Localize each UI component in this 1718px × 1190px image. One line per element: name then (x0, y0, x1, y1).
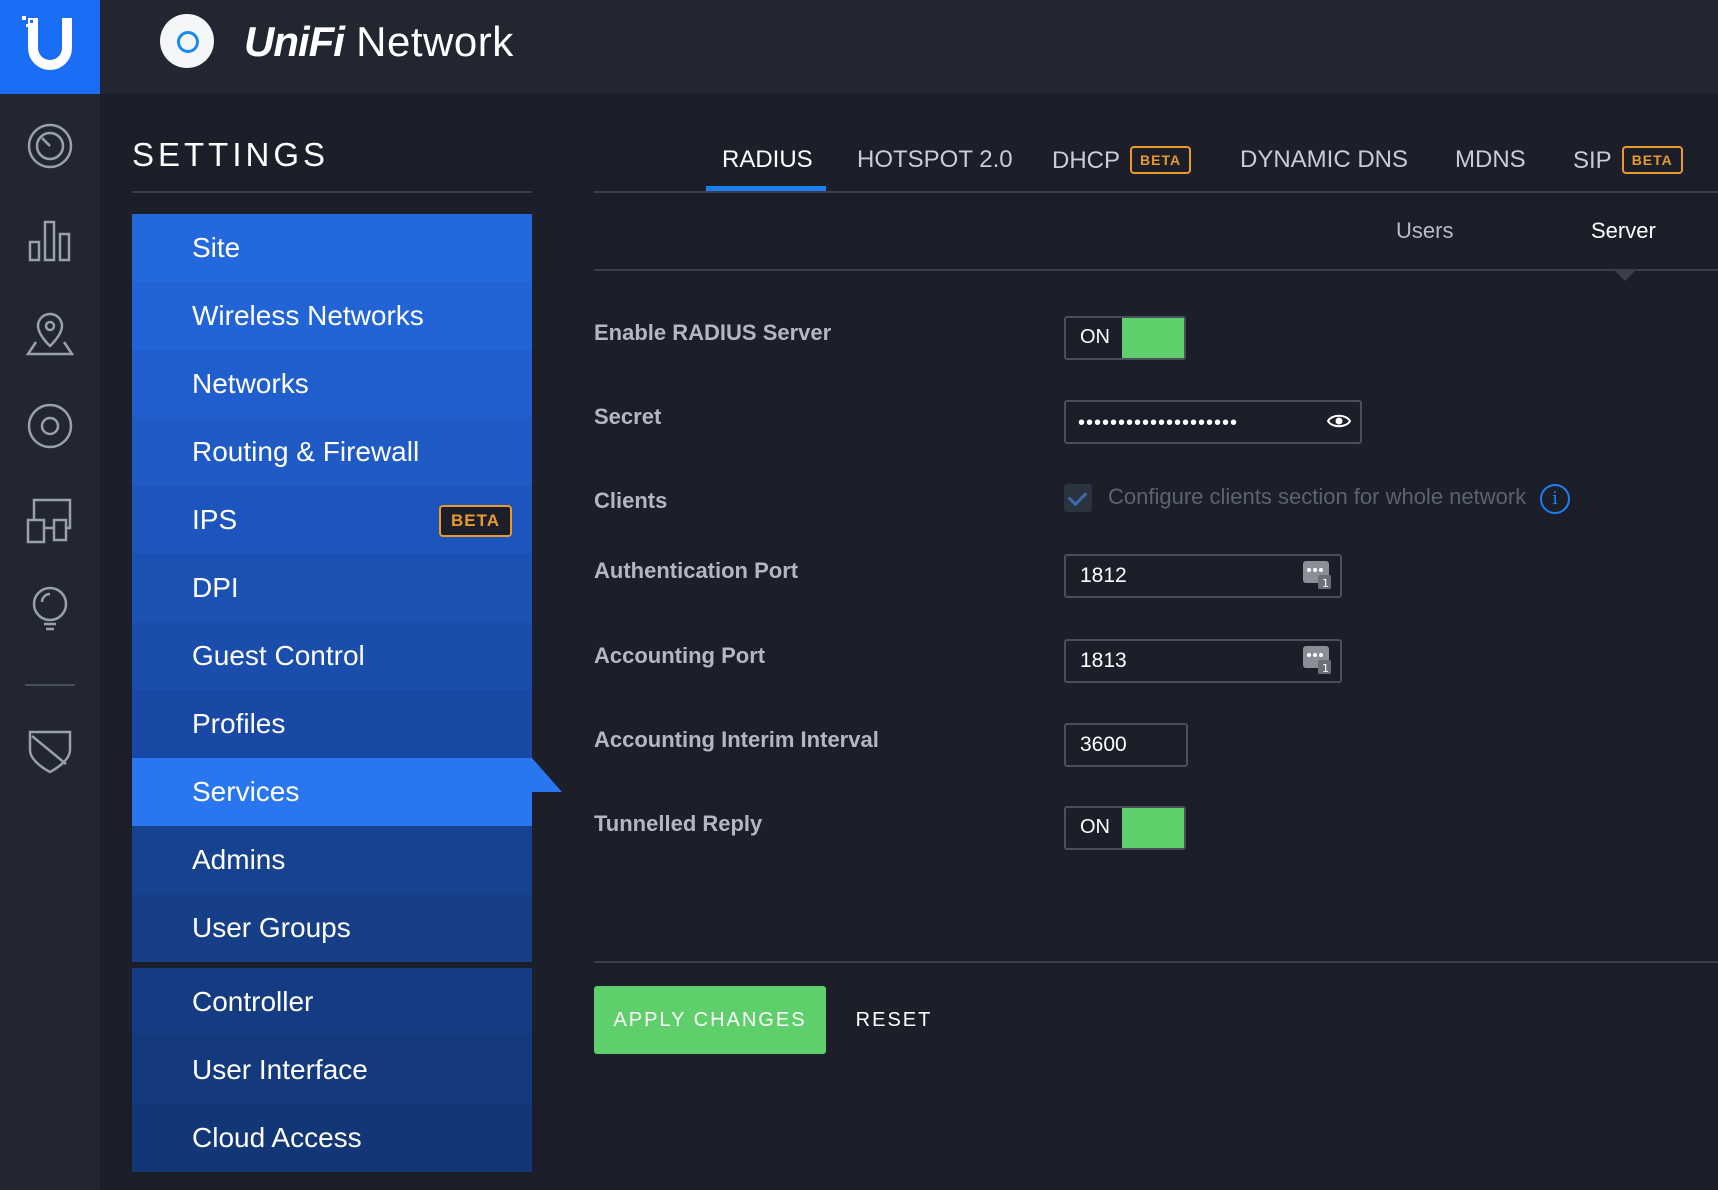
insights-icon[interactable] (24, 582, 76, 634)
beta-badge: BETA (1621, 146, 1683, 174)
menu-item-routing-firewall[interactable]: Routing & Firewall (132, 418, 532, 486)
tab-label: SIP (1573, 147, 1612, 174)
menu-item-user-interface[interactable]: User Interface (132, 1036, 532, 1104)
beta-badge: BETA (1130, 146, 1192, 174)
tab-dhcp[interactable]: DHCP BETA (1052, 146, 1192, 175)
secret-label: Secret (594, 404, 662, 429)
devices-icon[interactable] (24, 400, 76, 452)
ubiquiti-logo[interactable] (0, 0, 100, 94)
app-title: UniFi Network (244, 18, 514, 66)
menu-item-label: Networks (192, 368, 309, 399)
tab-label: DHCP (1052, 147, 1121, 174)
beta-badge: BETA (438, 505, 512, 537)
clients-label: Clients (594, 488, 668, 513)
app-title-rest: Network (356, 18, 514, 65)
menu-item-label: Wireless Networks (192, 300, 424, 331)
menu-item-label: Profiles (192, 708, 286, 739)
enable-radius-label: Enable RADIUS Server (594, 320, 832, 345)
u-logo-icon (22, 16, 72, 70)
info-icon[interactable]: i (1540, 484, 1570, 514)
svg-text:1: 1 (1322, 662, 1329, 675)
rail-divider (25, 684, 75, 686)
toggle-state: ON (1080, 326, 1110, 348)
tab-hotspot[interactable]: HOTSPOT 2.0 (857, 146, 1013, 174)
tab-dynamic-dns[interactable]: DYNAMIC DNS (1240, 146, 1408, 174)
menu-item-label: Guest Control (192, 640, 365, 671)
menu-item-label: DPI (192, 572, 239, 603)
clients-checkbox[interactable] (1064, 484, 1092, 512)
subtab-users[interactable]: Users (1396, 218, 1453, 244)
menu-item-label: IPS (192, 504, 238, 535)
menu-item-controller[interactable]: Controller (132, 968, 532, 1036)
active-tab-indicator (706, 186, 826, 191)
menu-item-profiles[interactable]: Profiles (132, 690, 532, 758)
menu-item-label: Cloud Access (192, 1122, 362, 1153)
show-password-eye-icon[interactable] (1327, 413, 1351, 429)
menu-item-user-groups[interactable]: User Groups (132, 894, 532, 962)
tab-label: HOTSPOT 2.0 (857, 146, 1013, 173)
app-title-brand: UniFi (244, 18, 345, 65)
tunnelled-reply-label: Tunnelled Reply (594, 811, 763, 836)
settings-divider (132, 191, 532, 193)
apply-changes-button[interactable]: APPLY CHANGES (594, 986, 826, 1054)
menu-item-site[interactable]: Site (132, 214, 532, 282)
tab-mdns[interactable]: MDNS (1455, 146, 1526, 174)
menu-item-label: User Interface (192, 1054, 368, 1085)
toggle-knob (1122, 318, 1184, 358)
svg-text:1: 1 (1322, 577, 1329, 590)
clients-checkbox-label: Configure clients section for whole netw… (1108, 484, 1527, 509)
menu-item-guest-control[interactable]: Guest Control (132, 622, 532, 690)
tab-label: RADIUS (722, 146, 813, 173)
threat-management-icon[interactable] (24, 724, 76, 776)
tunnelled-reply-toggle[interactable]: ON (1064, 806, 1186, 850)
acct-port-label: Accounting Port (594, 643, 766, 668)
device-icon (160, 14, 214, 68)
reset-button[interactable]: RESET (848, 986, 940, 1054)
interim-interval-label: Accounting Interim Interval (594, 727, 879, 752)
active-subtab-caret (1613, 269, 1637, 281)
tab-radius[interactable]: RADIUS (722, 146, 813, 174)
menu-item-cloud-access[interactable]: Cloud Access (132, 1104, 532, 1172)
password-manager-icon[interactable]: 1 (1302, 560, 1332, 590)
menu-item-admins[interactable]: Admins (132, 826, 532, 894)
acct-port-input[interactable] (1064, 639, 1342, 683)
menu-item-services[interactable]: Services (132, 758, 562, 826)
menu-item-label: Site (192, 232, 241, 263)
tab-sip[interactable]: SIP BETA (1573, 146, 1683, 175)
menu-item-ips[interactable]: IPS BETA (132, 486, 532, 554)
settings-menu: Site Wireless Networks Networks Routing … (132, 214, 562, 1172)
clients-icon[interactable] (24, 494, 76, 546)
menu-item-wireless-networks[interactable]: Wireless Networks (132, 282, 532, 350)
menu-item-dpi[interactable]: DPI (132, 554, 532, 622)
tab-label: DYNAMIC DNS (1240, 146, 1409, 173)
menu-item-networks[interactable]: Networks (132, 350, 532, 418)
menu-item-label: User Groups (192, 912, 351, 943)
auth-port-label: Authentication Port (594, 558, 799, 583)
enable-radius-toggle[interactable]: ON (1064, 316, 1186, 360)
menu-item-label: Admins (192, 844, 286, 875)
subtab-server[interactable]: Server (1591, 218, 1656, 244)
dashboard-icon[interactable] (24, 120, 76, 172)
password-manager-icon[interactable]: 1 (1302, 645, 1332, 675)
left-rail (0, 94, 100, 1190)
subtabs-divider (594, 269, 1718, 271)
statistics-icon[interactable] (24, 214, 76, 266)
menu-item-label: Services (192, 776, 300, 807)
top-bar: UniFi Network (0, 0, 1718, 94)
secret-value: •••••••••••••••••••• (1078, 412, 1239, 434)
form-divider (594, 961, 1718, 963)
tabs-divider (594, 191, 1718, 193)
interim-interval-input[interactable] (1064, 723, 1188, 767)
auth-port-input[interactable] (1064, 554, 1342, 598)
tab-label: MDNS (1455, 146, 1526, 173)
toggle-state: ON (1080, 816, 1110, 838)
menu-item-label: Routing & Firewall (192, 436, 420, 467)
map-icon[interactable] (24, 308, 76, 360)
toggle-knob (1122, 808, 1184, 848)
menu-item-label: Controller (192, 986, 314, 1017)
settings-title: SETTINGS (132, 136, 330, 173)
